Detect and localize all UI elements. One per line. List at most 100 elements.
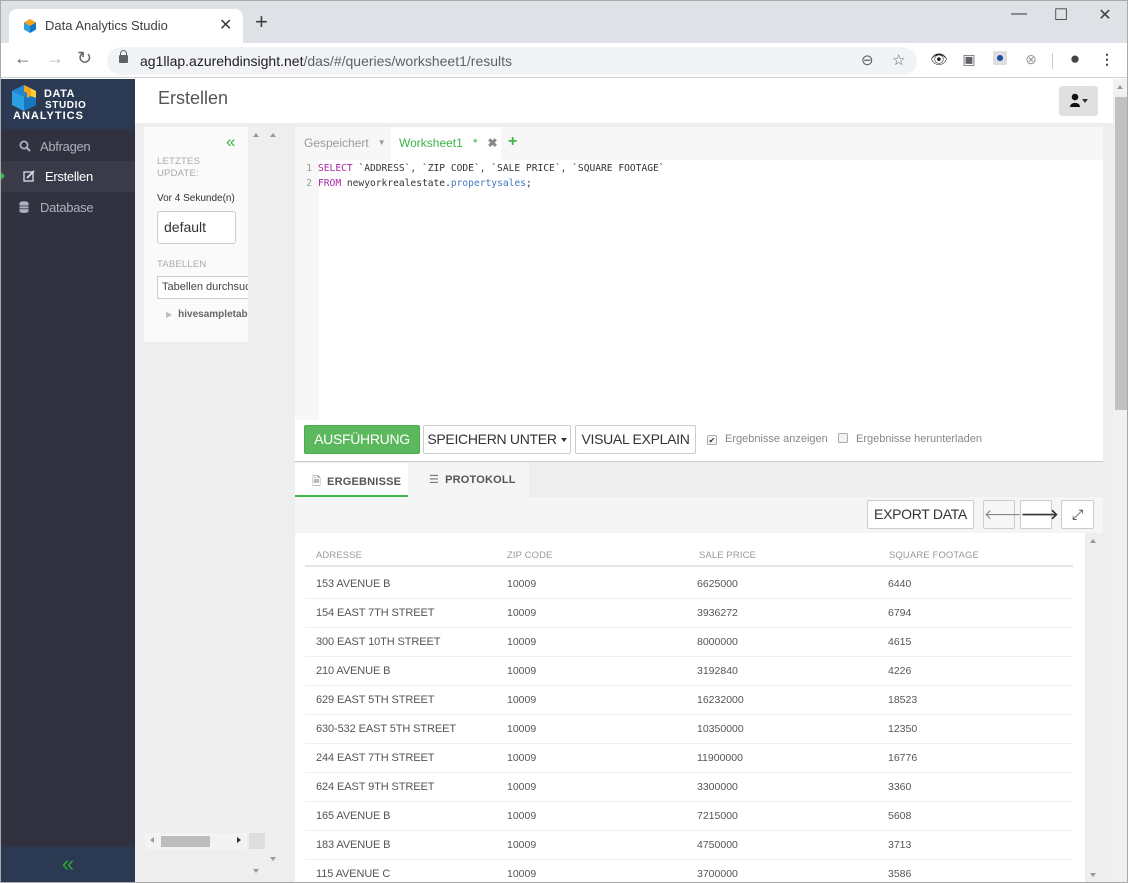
tab-protokoll[interactable]: ☰ PROTOKOLL	[408, 463, 529, 497]
sidebar: DATA STUDIO ANALYTICS Abfragen Erstellen	[1, 79, 135, 882]
scroll-left-icon[interactable]	[150, 837, 154, 843]
square-footage-cell: 5608	[888, 810, 912, 822]
export-data-button[interactable]: EXPORT DATA	[867, 500, 974, 529]
bookmark-star-icon[interactable]: ☆	[892, 51, 905, 69]
table-row[interactable]: 244 EAST 7TH STREET 10009 11900000 16776	[305, 744, 1073, 773]
table-row[interactable]: 183 AVENUE B 10009 4750000 3713	[305, 831, 1073, 860]
page-scrollbar[interactable]	[1113, 79, 1127, 882]
visual-explain-button[interactable]: VISUAL EXPLAIN	[575, 425, 696, 454]
add-worksheet-icon[interactable]: +	[508, 133, 517, 151]
zip-code-cell: 10009	[507, 578, 537, 590]
chevron-down-icon: ▼	[377, 138, 386, 147]
table-row[interactable]: 629 EAST 5TH STREET 10009 16232000 18523	[305, 686, 1073, 715]
camera-extension-icon[interactable]: ▣	[961, 51, 977, 67]
column-header[interactable]: SALE PRICE	[699, 550, 756, 561]
run-button[interactable]: AUSFÜHRUNG	[304, 425, 420, 454]
scroll-down-icon[interactable]	[253, 869, 259, 873]
scroll-up-icon[interactable]	[1090, 539, 1096, 543]
column-header[interactable]: SQUARE FOOTAGE	[889, 550, 979, 561]
table-row[interactable]: 115 AVENUE C 10009 3700000 3586	[305, 860, 1073, 882]
sale-price-cell: 8000000	[697, 636, 738, 648]
extension-spy-icon[interactable]: 👁	[930, 51, 948, 67]
column-header[interactable]: ADRESSE	[316, 550, 362, 561]
maximize-icon[interactable]: ☐	[1046, 5, 1076, 25]
browser-tabstrip: Data Analytics Studio ✕ + — ☐ ✕	[1, 1, 1127, 43]
address-bar[interactable]: ag1llap.azurehdinsight.net/das/#/queries…	[107, 47, 917, 75]
sidebar-item-abfragen[interactable]: Abfragen	[1, 131, 135, 162]
table-row[interactable]: 165 AVENUE B 10009 7215000 5608	[305, 802, 1073, 831]
browser-tab[interactable]: Data Analytics Studio ✕	[9, 9, 243, 43]
sidebar-item-database[interactable]: Database	[1, 192, 135, 223]
close-worksheet-icon[interactable]: ✖	[487, 136, 497, 150]
page-header: Erstellen	[135, 79, 1113, 123]
table-tree-item[interactable]: ▶hivesampletable	[166, 309, 248, 320]
page-title: Erstellen	[158, 88, 229, 108]
menu-kebab-icon[interactable]: ⋮	[1099, 51, 1115, 67]
previous-page-button[interactable]: 🡐	[983, 500, 1022, 529]
profile-icon[interactable]: ●	[1067, 50, 1083, 67]
address-cell: 624 EAST 9TH STREET	[316, 781, 435, 793]
sidebar-item-erstellen[interactable]: Erstellen	[1, 161, 135, 192]
download-results-checkbox[interactable]: Ergebnisse herunterladen	[838, 433, 982, 445]
minimize-icon[interactable]: —	[1004, 5, 1034, 23]
scroll-up-icon[interactable]	[253, 133, 259, 137]
tab-worksheet1[interactable]: Worksheet1 * ✖	[391, 127, 501, 160]
table-row[interactable]: 630-532 EAST 5TH STREET 10009 10350000 1235…	[305, 715, 1073, 744]
show-results-checkbox[interactable]: ✔ Ergebnisse anzeigen	[707, 433, 828, 445]
close-window-icon[interactable]: ✕	[1090, 5, 1120, 25]
new-tab-icon[interactable]: +	[255, 11, 268, 33]
user-menu-button[interactable]	[1059, 86, 1098, 116]
table-row[interactable]: 300 EAST 10TH STREET 10009 8000000 4615	[305, 628, 1073, 657]
db-panel-horizontal-scrollbar[interactable]	[145, 833, 247, 849]
list-icon: ☰	[429, 474, 440, 486]
unsaved-marker: *	[472, 136, 478, 150]
scroll-right-icon[interactable]	[237, 837, 241, 843]
app-logo[interactable]: DATA STUDIO ANALYTICS	[1, 79, 135, 129]
close-tab-icon[interactable]: ✕	[219, 15, 232, 35]
database-selector[interactable]: default	[157, 211, 236, 244]
scroll-up-icon[interactable]	[270, 133, 276, 137]
collapse-panel-icon[interactable]: «	[226, 132, 235, 152]
chevron-down-icon	[1082, 99, 1088, 103]
forward-icon[interactable]: →	[46, 48, 64, 69]
back-icon[interactable]: ←	[14, 48, 32, 69]
sql-editor[interactable]: 1 SELECT `ADDRESS`, `ZIP CODE`, `SALE PRI…	[295, 162, 664, 191]
record-extension-icon[interactable]	[992, 51, 1008, 67]
edit-icon	[23, 170, 35, 182]
save-as-button[interactable]: SPEICHERN UNTER	[423, 425, 571, 454]
tables-search-input[interactable]: Tabellen durchsuchen	[157, 276, 248, 299]
zoom-out-icon[interactable]: ⊖	[861, 51, 874, 69]
next-page-button[interactable]: 🡒	[1020, 500, 1059, 529]
db-panel-scrollbar[interactable]	[248, 127, 265, 873]
scrollbar-thumb[interactable]	[1115, 97, 1127, 410]
user-icon	[1070, 93, 1080, 107]
zip-code-cell: 10009	[507, 665, 537, 677]
editor-gutter	[295, 160, 319, 420]
tables-label: TABELLEN	[157, 259, 207, 270]
fullscreen-button[interactable]: ⤢	[1061, 500, 1094, 529]
scrollbar-thumb[interactable]	[161, 836, 210, 847]
logo-text-analytics: ANALYTICS	[13, 110, 84, 122]
column-header[interactable]: ZIP CODE	[507, 550, 553, 561]
results-tabs: 🗎 ERGEBNISSE ☰ PROTOKOLL	[295, 463, 1103, 497]
scroll-up-icon[interactable]	[1117, 85, 1123, 89]
address-cell: 115 AVENUE C	[316, 868, 391, 880]
table-row[interactable]: 624 EAST 9TH STREET 10009 3300000 3360	[305, 773, 1073, 802]
table-row[interactable]: 154 EAST 7TH STREET 10009 3936272 6794	[305, 599, 1073, 628]
sidebar-item-label: Erstellen	[45, 169, 93, 184]
scroll-down-icon[interactable]	[1090, 873, 1096, 877]
collapse-sidebar-icon[interactable]: «	[1, 847, 135, 882]
address-cell: 630-532 EAST 5TH STREET	[316, 723, 456, 735]
scroll-down-icon[interactable]	[270, 857, 276, 861]
tab-saved[interactable]: Gespeichert ▼	[304, 136, 386, 150]
results-scrollbar[interactable]	[1085, 533, 1103, 882]
das-favicon-icon	[24, 19, 36, 33]
reload-icon[interactable]: ↻	[77, 48, 92, 69]
table-row[interactable]: 210 AVENUE B 10009 3192840 4226	[305, 657, 1073, 686]
results-toolbar: EXPORT DATA 🡐 🡒 ⤢	[295, 497, 1103, 533]
tab-ergebnisse[interactable]: 🗎 ERGEBNISSE	[295, 463, 408, 497]
blocker-extension-icon[interactable]: ⊗	[1023, 51, 1039, 67]
results-table: ADRESSE ZIP CODE SALE PRICE SQUARE FOOTA…	[295, 533, 1085, 882]
search-icon	[19, 140, 31, 152]
table-row[interactable]: 153 AVENUE B 10009 6625000 6440	[305, 570, 1073, 599]
